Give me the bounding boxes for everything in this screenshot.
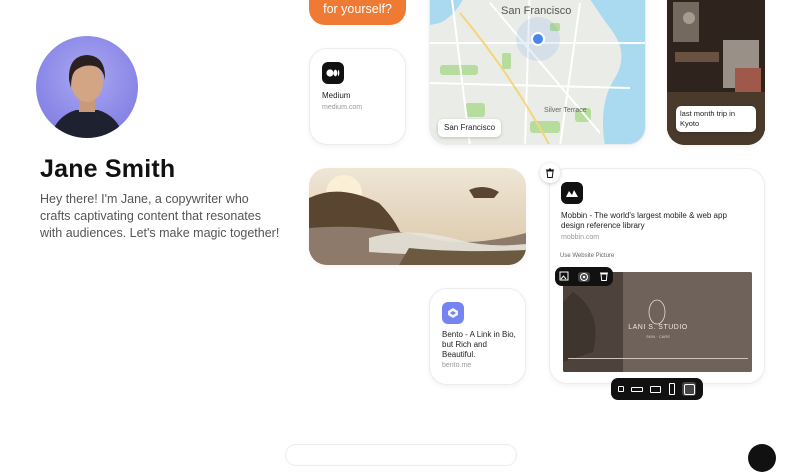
image-toolbar: [555, 267, 613, 286]
trash-icon: [546, 168, 554, 178]
use-website-picture-label: Use Website Picture: [557, 251, 618, 261]
crop-icon[interactable]: [577, 271, 590, 282]
map-card[interactable]: San Francisco Silver Terrace San Francis…: [429, 0, 646, 145]
mobbin-title: Mobbin - The world's largest mobile & we…: [561, 211, 727, 230]
profile-bio: Hey there! I'm Jane, a copywriter who cr…: [40, 192, 280, 240]
size-medium-icon[interactable]: [650, 385, 662, 393]
map-caption: San Francisco: [438, 119, 502, 137]
profile-name: Jane Smith: [40, 155, 176, 183]
coast-photo: [309, 168, 526, 265]
medium-icon: [322, 62, 344, 84]
avatar[interactable]: [36, 36, 138, 138]
kyoto-photo-card[interactable]: last month trip in Kyoto: [667, 0, 765, 145]
bento-url: bento.me: [442, 362, 472, 369]
bento-link-card[interactable]: Bento - A Link in Bio, but Rich and Beau…: [429, 288, 526, 385]
studio-sub-text: SKIN · CARE: [645, 334, 670, 339]
map-district-label: Silver Terrace: [544, 107, 587, 114]
mobbin-url: mobbin.com: [561, 234, 600, 241]
mobbin-preview-image: LANI S. STUDIO SKIN · CARE: [563, 272, 752, 372]
bottom-bar[interactable]: [285, 444, 517, 466]
profile-photo: [50, 55, 124, 138]
card-size-toolbar: [611, 378, 703, 400]
size-large-icon[interactable]: [682, 382, 697, 396]
medium-title: Medium: [322, 91, 351, 100]
size-tall-icon[interactable]: [668, 383, 675, 395]
mobbin-icon: [561, 182, 583, 204]
bento-icon: [442, 302, 464, 324]
kyoto-caption: last month trip in Kyoto: [676, 106, 756, 132]
image-icon[interactable]: [559, 268, 569, 286]
delete-card-button[interactable]: [540, 163, 560, 183]
bento-title: Bento - A Link in Bio, but Rich and Beau…: [442, 330, 516, 359]
floating-action-button[interactable]: [748, 444, 776, 472]
medium-link-card[interactable]: Medium medium.com: [309, 48, 406, 145]
coast-photo-card[interactable]: [309, 168, 526, 265]
map-city-label: San Francisco: [501, 5, 572, 17]
trash-image-icon[interactable]: [599, 268, 609, 286]
size-wide-icon[interactable]: [631, 386, 644, 392]
studio-sign-text: LANI S. STUDIO: [628, 324, 688, 331]
medium-url: medium.com: [322, 104, 363, 111]
orange-cta-text: for yourself?: [323, 2, 392, 16]
size-small-icon[interactable]: [617, 386, 624, 392]
orange-cta-card[interactable]: for yourself?: [309, 0, 406, 25]
